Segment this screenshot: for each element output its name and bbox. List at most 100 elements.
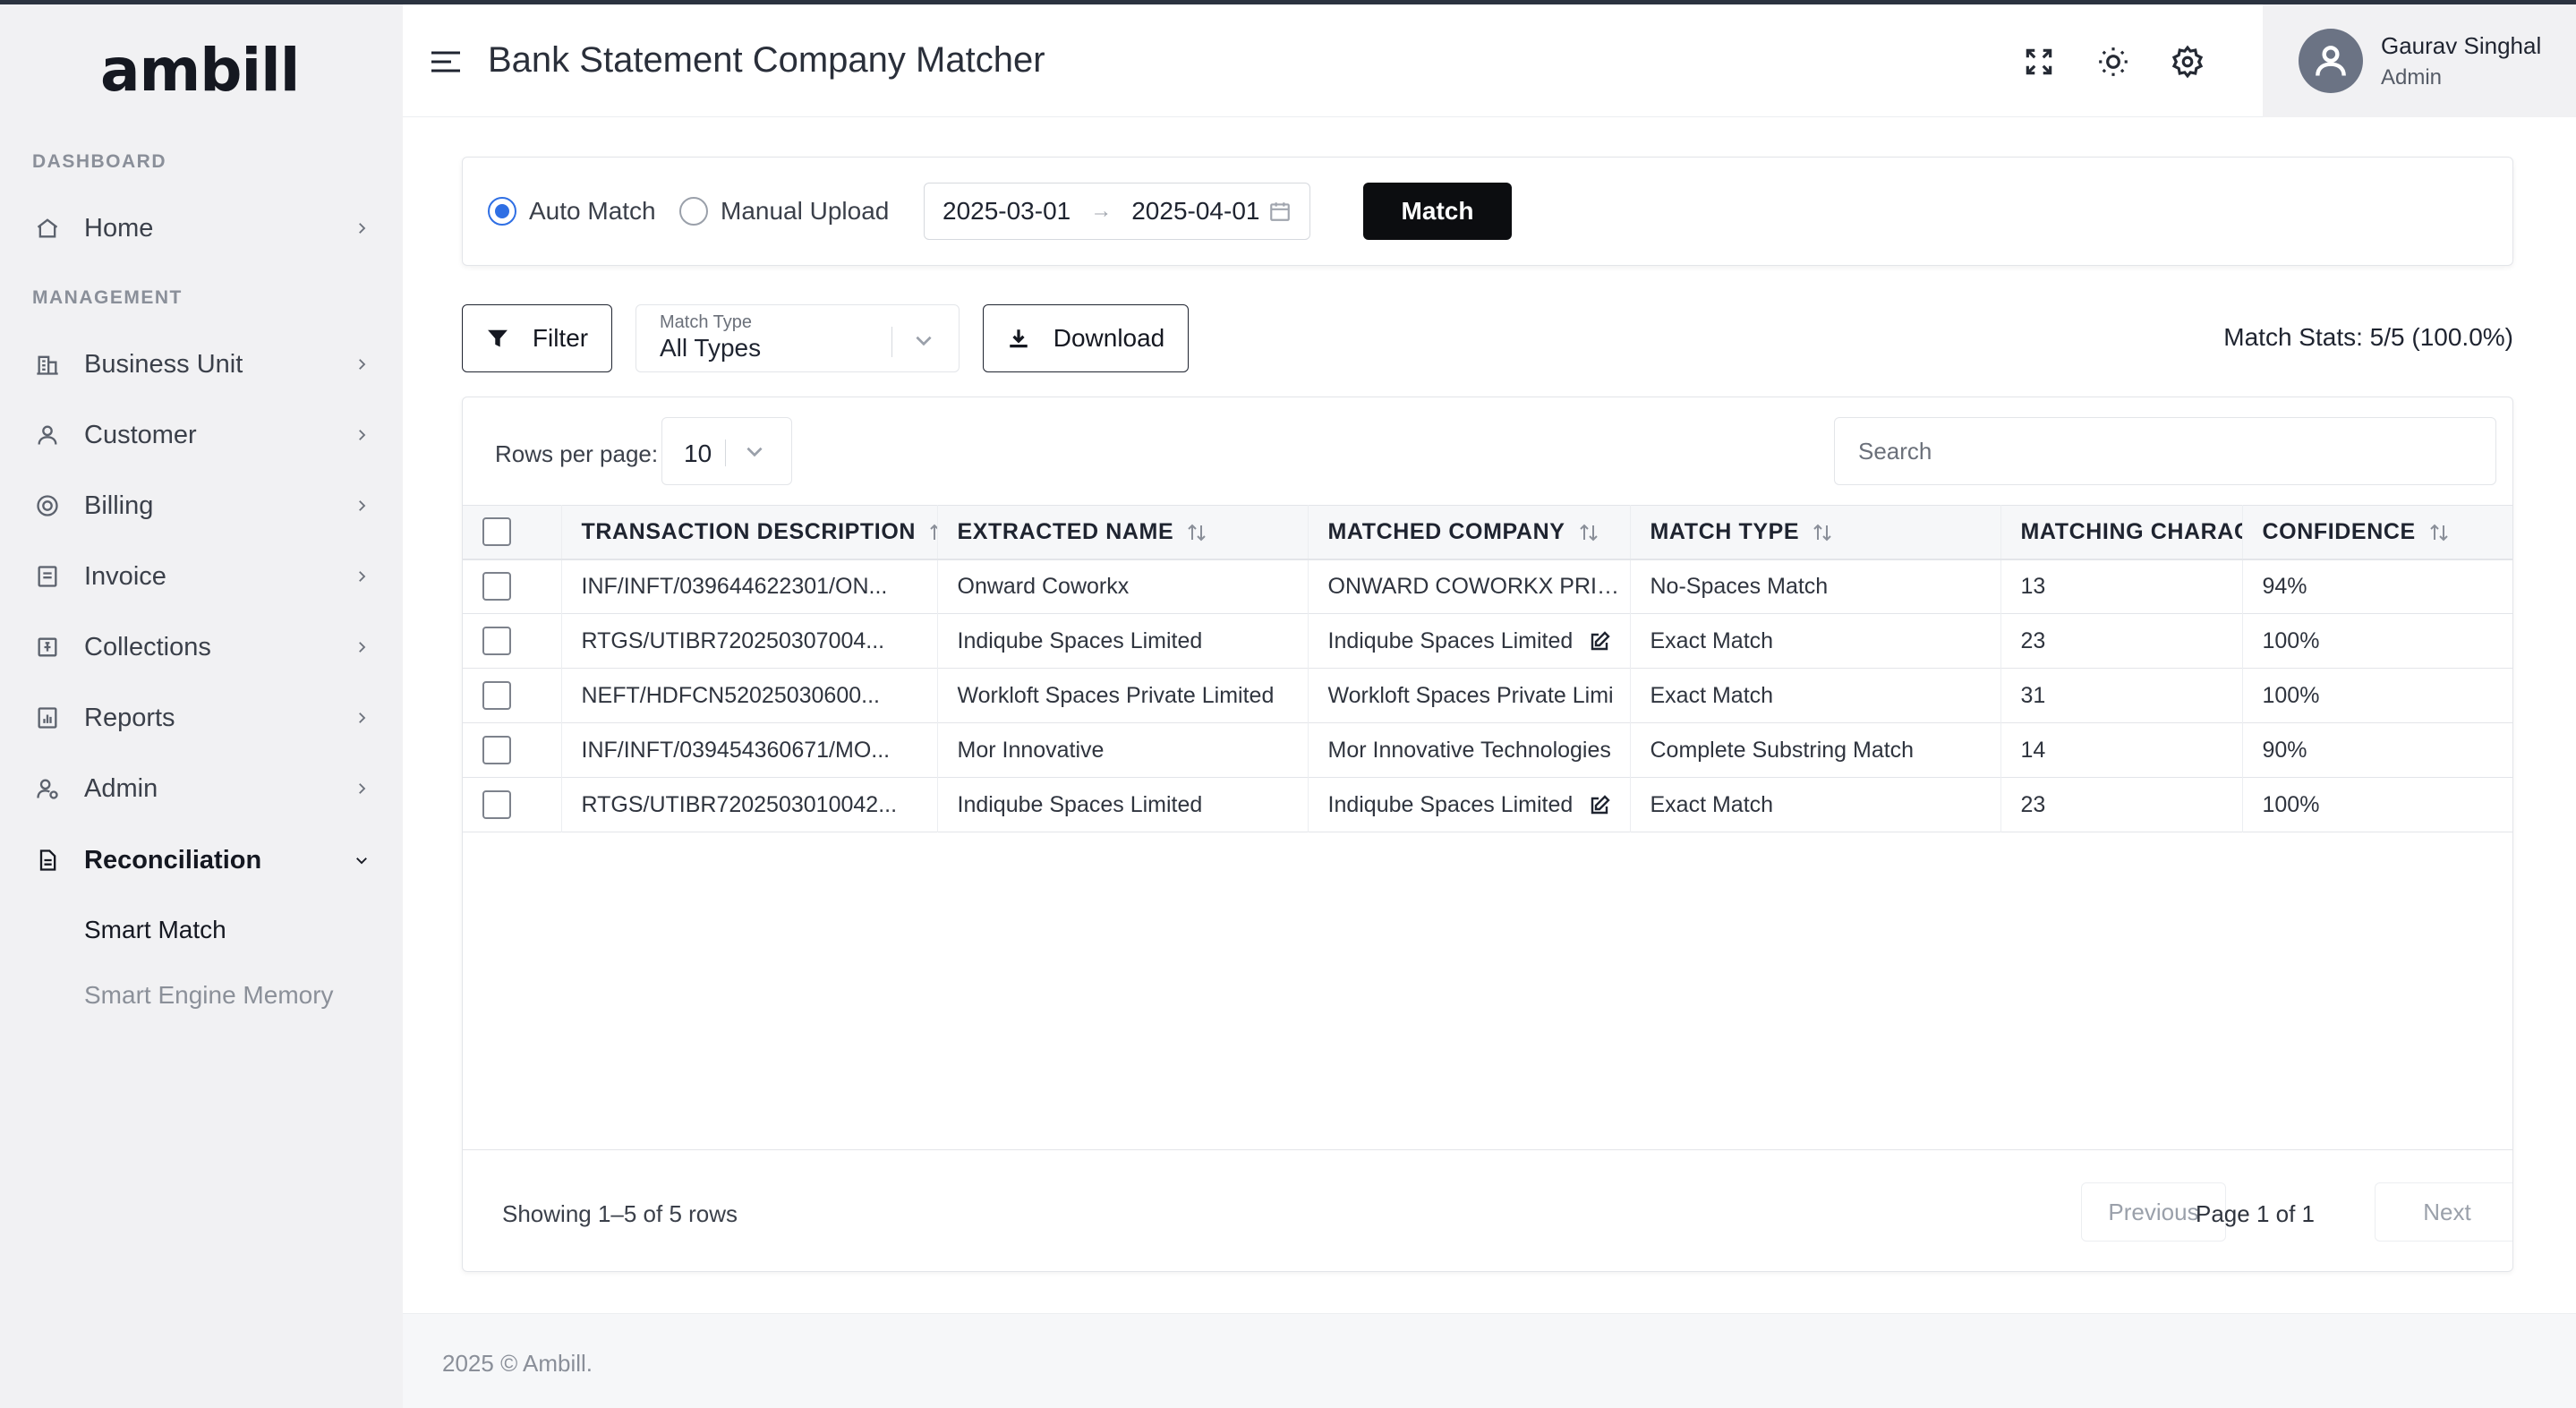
page-title: Bank Statement Company Matcher (488, 40, 1045, 80)
table-row[interactable]: RTGS/UTIBR720250307004... Indiqube Space… (463, 613, 2512, 669)
date-start[interactable]: 2025-03-01 (943, 197, 1070, 226)
billing-icon (32, 491, 63, 521)
sidebar-item-label: Collections (84, 632, 211, 661)
sidebar-item-label: Reconciliation (84, 845, 262, 875)
select-separator (891, 327, 892, 357)
table-row[interactable]: INF/INFT/039454360671/MO... Mor Innovati… (463, 722, 2512, 778)
radio-circle (679, 197, 708, 226)
sidebar-item-invoice[interactable]: Invoice (32, 550, 372, 603)
sort-icon[interactable] (1812, 523, 1833, 542)
building-icon (32, 349, 63, 380)
table-row[interactable]: RTGS/UTIBR7202503010042... Indiqube Spac… (463, 777, 2512, 832)
download-button[interactable]: Download (983, 304, 1189, 372)
logo[interactable]: ambill (100, 36, 300, 105)
sidebar-subitem-smart-engine-memory[interactable]: Smart Engine Memory (84, 981, 334, 1010)
manual-upload-radio[interactable]: Manual Upload (679, 197, 889, 226)
sidebar-item-label: Billing (84, 491, 154, 520)
next-page-button[interactable]: Next (2375, 1182, 2512, 1242)
column-header-label: CONFIDENCE (2262, 518, 2416, 544)
user-icon (32, 420, 63, 450)
edit-icon[interactable] (1589, 795, 1610, 816)
column-header-transaction-description[interactable]: TRANSACTION DESCRIPTION (561, 505, 938, 559)
row-checkbox[interactable] (482, 681, 511, 710)
sidebar-item-home[interactable]: Home (32, 201, 372, 255)
row-checkbox[interactable] (482, 572, 511, 602)
theme-toggle-sun-icon[interactable] (2094, 42, 2133, 81)
sidebar-item-collections[interactable]: Collections (32, 620, 372, 674)
download-icon (1009, 329, 1028, 348)
cell-match-type: No-Spaces Match (1630, 559, 2001, 614)
column-header-extracted-name[interactable]: EXTRACTED NAME (937, 505, 1309, 559)
settings-gear-icon[interactable] (2168, 42, 2207, 81)
row-checkbox[interactable] (482, 627, 511, 655)
sidebar-item-customer[interactable]: Customer (32, 408, 372, 462)
sort-icon[interactable] (1578, 523, 1599, 542)
row-select-cell (463, 668, 562, 723)
chevron-right-icon (351, 566, 372, 587)
cell-transaction-description: NEFT/HDFCN52025030600... (561, 668, 938, 723)
sidebar-item-reconciliation[interactable]: Reconciliation (32, 833, 372, 887)
sort-icon[interactable] (928, 523, 936, 542)
cell-matched-company: Indiqube Spaces Limited (1308, 777, 1631, 832)
menu-toggle-icon[interactable] (428, 44, 464, 80)
cell-transaction-description: INF/INFT/039454360671/MO... (561, 722, 938, 778)
results-table: TRANSACTION DESCRIPTION EXTRACTED NAME M… (463, 505, 2512, 832)
chevron-down-icon (743, 439, 768, 465)
cell-transaction-description: RTGS/UTIBR7202503010042... (561, 777, 938, 832)
select-all-checkbox[interactable] (482, 517, 511, 547)
table-row[interactable]: INF/INFT/039644622301/ON... Onward Cowor… (463, 559, 2512, 614)
sidebar-item-reports[interactable]: Reports (32, 691, 372, 745)
cell-matching-characters: 14 (2000, 722, 2243, 778)
row-select-cell (463, 722, 562, 778)
chevron-down-icon (912, 329, 937, 354)
logo-text: ambill (100, 35, 300, 105)
row-checkbox[interactable] (482, 790, 511, 819)
match-button[interactable]: Match (1363, 183, 1512, 240)
sidebar-item-billing[interactable]: Billing (32, 479, 372, 533)
column-header-match-type[interactable]: MATCH TYPE (1630, 505, 2001, 559)
match-type-value: All Types (660, 334, 762, 362)
edit-icon[interactable] (1589, 631, 1610, 653)
filter-button[interactable]: Filter (462, 304, 612, 372)
sidebar-subitem-smart-match[interactable]: Smart Match (84, 916, 226, 944)
chevron-right-icon (351, 218, 372, 239)
cell-extracted-name: Indiqube Spaces Limited (937, 777, 1309, 832)
chevron-right-icon (351, 707, 372, 729)
cell-confidence: 90% (2262, 737, 2307, 763)
cell-matching-characters: 31 (2000, 668, 2243, 723)
cell-confidence: 94% (2262, 573, 2307, 599)
rows-per-page-select[interactable]: 10 (661, 417, 792, 485)
header: Bank Statement Company Matcher Gaurav Si… (403, 4, 2576, 117)
row-checkbox[interactable] (482, 736, 511, 764)
column-header-matching-characters[interactable]: MATCHING CHARAC (2000, 505, 2243, 559)
cell-extracted-name: Onward Coworkx (937, 559, 1309, 614)
matched-company-text: Mor Innovative Technologies (1327, 737, 1611, 763)
sidebar-item-label: Invoice (84, 561, 166, 591)
sidebar-item-label: Business Unit (84, 349, 243, 379)
column-header-confidence[interactable]: CONFIDENCE (2242, 506, 2512, 559)
sidebar-item-business-unit[interactable]: Business Unit (32, 337, 372, 391)
user-menu[interactable]: Gaurav Singhal Admin (2263, 4, 2576, 117)
column-header-label: TRANSACTION DESCRIPTION (581, 518, 917, 544)
matched-company-text: Indiqube Spaces Limited (1327, 627, 1574, 653)
search-input[interactable] (1834, 417, 2496, 485)
table-row[interactable]: NEFT/HDFCN52025030600... Workloft Spaces… (463, 668, 2512, 723)
sidebar-item-admin[interactable]: Admin (32, 762, 372, 815)
chevron-right-icon (351, 495, 372, 516)
sidebar-item-label: Admin (84, 773, 158, 803)
auto-match-radio[interactable]: Auto Match (488, 197, 656, 226)
column-header-label: MATCH TYPE (1650, 518, 1800, 544)
select-all-cell (463, 505, 562, 559)
fullscreen-icon[interactable] (2019, 42, 2059, 81)
column-header-matched-company[interactable]: MATCHED COMPANY (1308, 505, 1631, 559)
sort-icon[interactable] (2428, 523, 2450, 542)
rows-per-page-value: 10 (684, 439, 712, 467)
date-range-picker[interactable]: 2025-03-01 → 2025-04-01 (924, 183, 1310, 240)
match-type-select[interactable]: Match Type All Types (635, 304, 960, 372)
date-end[interactable]: 2025-04-01 (1131, 197, 1259, 226)
sort-icon[interactable] (1186, 523, 1207, 542)
cell-match-type: Exact Match (1630, 668, 2001, 723)
avatar (2299, 29, 2363, 93)
user-role: Admin (2381, 64, 2443, 90)
pagination-bar: Showing 1–5 of 5 rows Previous Page 1 of… (463, 1149, 2512, 1271)
